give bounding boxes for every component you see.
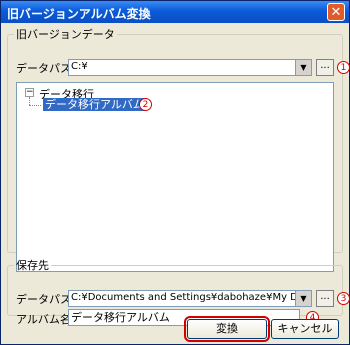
album-tree[interactable]: − データ移行 データ移行アルバム 2 — [16, 82, 334, 272]
tree-collapse-icon[interactable]: − — [25, 88, 34, 97]
marker-2: 2 — [139, 98, 152, 111]
tree-connector — [29, 97, 30, 105]
old-browse-button[interactable]: ... — [316, 59, 334, 76]
marker-1: 1 — [337, 61, 350, 74]
tree-node-selected[interactable]: データ移行アルバム — [43, 98, 146, 111]
save-browse-button[interactable]: ... — [316, 290, 334, 307]
save-data-path-value: C:¥Documents and Settings¥dabohaze¥My Do… — [71, 292, 295, 303]
chevron-down-icon[interactable]: ▼ — [295, 291, 311, 306]
album-name-label: アルバム名: — [16, 313, 75, 326]
window-title: 旧バージョンアルバム変換 — [7, 7, 151, 21]
save-data-path-combo[interactable]: C:¥Documents and Settings¥dabohaze¥My Do… — [68, 290, 312, 307]
convert-button[interactable]: 変換 — [184, 316, 270, 342]
title-bar[interactable]: 旧バージョンアルバム変換 ✕ — [1, 1, 349, 23]
marker-3: 3 — [337, 292, 350, 305]
cancel-button[interactable]: キャンセル — [271, 319, 339, 339]
old-version-data-legend: 旧バージョンデータ — [16, 28, 115, 41]
chevron-down-icon[interactable]: ▼ — [295, 60, 311, 75]
close-icon[interactable]: ✕ — [327, 3, 345, 21]
save-destination-group: 保存先 データパス: C:¥Documents and Settings¥dab… — [7, 257, 350, 326]
old-data-path-combo[interactable]: C:¥ ▼ — [68, 59, 312, 76]
tree-connector — [29, 105, 41, 106]
save-data-path-label: データパス: — [16, 293, 75, 306]
old-data-path-label: データパス: — [16, 62, 75, 75]
dialog-window: 旧バージョンアルバム変換 ✕ 旧バージョンデータ データパス: C:¥ ▼ ..… — [0, 0, 350, 345]
save-destination-legend: 保存先 — [16, 259, 49, 272]
old-data-path-value: C:¥ — [71, 61, 88, 72]
old-version-data-group: 旧バージョンデータ データパス: C:¥ ▼ ... 1 − データ移行 データ… — [7, 26, 350, 272]
